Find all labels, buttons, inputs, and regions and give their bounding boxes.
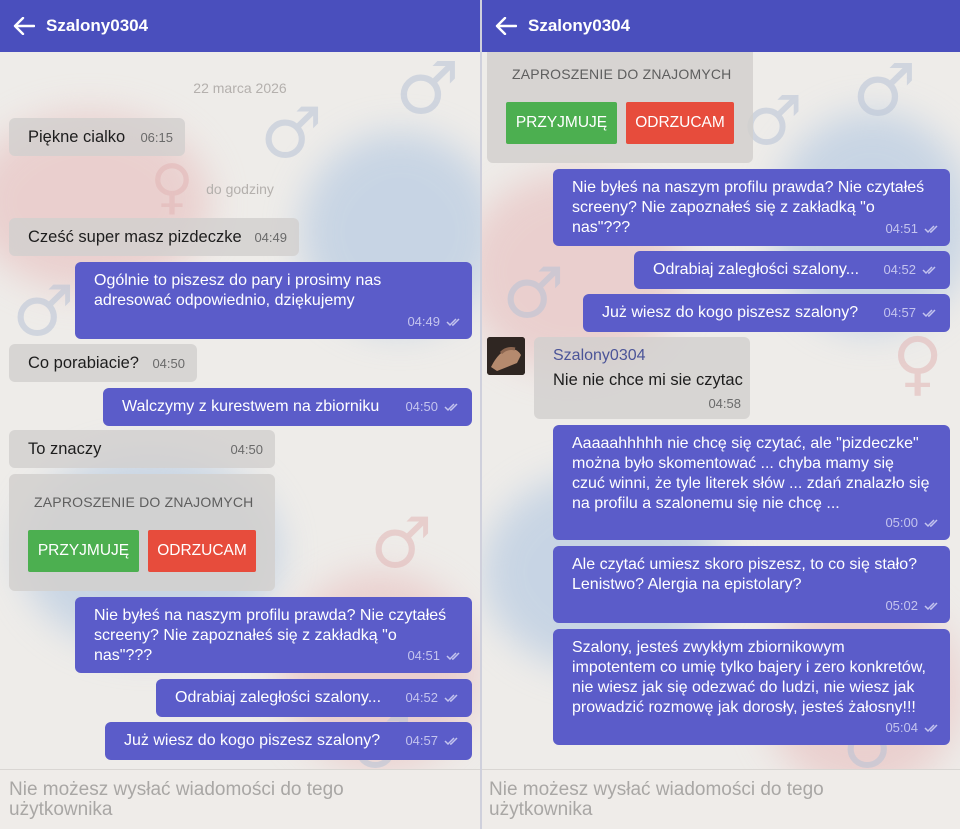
incoming-message[interactable]: Piękne cialko 06:15 [9,118,185,156]
back-button[interactable] [10,12,38,40]
incoming-message[interactable]: Co porabiacie? 04:50 [9,344,197,382]
outgoing-message[interactable]: Szalony, jesteś zwykłym zbiornikowym imp… [553,629,950,745]
incoming-message[interactable]: To znaczy 04:50 [9,430,275,468]
chat-header: Szalony0304 [0,0,480,52]
message-time: 04:52 [405,690,438,705]
double-check-icon [924,519,938,528]
message-text: Ale czytać umiesz skoro piszesz, to co s… [572,556,918,593]
back-button[interactable] [492,12,520,40]
double-check-icon [924,724,938,733]
message-time: 04:57 [405,733,438,748]
message-time: 04:57 [883,305,916,320]
message-time: 05:02 [885,598,918,613]
avatar[interactable] [487,337,525,375]
outgoing-message[interactable]: Odrabiaj zaległości szalony... 04:52 [634,251,950,289]
double-check-icon [444,403,458,412]
outgoing-message[interactable]: Nie byłeś na naszym profilu prawda? Nie … [553,169,950,246]
chat-header: Szalony0304 [482,0,960,52]
double-check-icon [924,225,938,234]
accept-invite-button[interactable]: PRZYJMUJĘ [506,102,617,144]
accept-invite-button[interactable]: PRZYJMUJĘ [28,530,139,572]
incoming-message[interactable]: Cześć super masz pizdeczke 04:49 [9,218,299,256]
message-list: 22 marca 2026 Piękne cialko 06:15 do god… [0,52,480,769]
message-list: ZAPROSZENIE DO ZNAJOMYCH PRZYJMUJĘ ODRZU… [482,52,960,769]
double-check-icon [922,266,936,275]
message-time: 04:58 [708,396,741,411]
friend-invite-card: ZAPROSZENIE DO ZNAJOMYCH PRZYJMUJĘ ODRZU… [487,52,753,163]
double-check-icon [924,602,938,611]
message-text: Ogólnie to piszesz do pary i prosimy nas… [94,272,382,309]
message-text: Już wiesz do kogo piszesz szalony? [602,304,859,321]
outgoing-message[interactable]: Nie byłeś na naszym profilu prawda? Nie … [75,597,472,673]
chat-title: Szalony0304 [528,16,631,35]
message-time: 05:00 [885,515,918,530]
double-check-icon [446,318,460,327]
outgoing-message[interactable]: Aaaaahhhhh nie chcę się czytać, ale "piz… [553,425,950,540]
outgoing-message[interactable]: Ogólnie to piszesz do pary i prosimy nas… [75,262,472,339]
double-check-icon [446,652,460,661]
message-time: 04:50 [152,355,185,371]
message-time: 04:50 [405,399,438,414]
outgoing-message[interactable]: Walczymy z kurestwem na zbiorniku 04:50 [103,388,472,426]
message-text: Już wiesz do kogo piszesz szalony? [124,732,381,749]
message-time: 04:52 [883,262,916,277]
avatar-image [487,337,525,375]
message-time: 04:49 [254,229,287,245]
time-separator: do godziny [206,181,274,197]
message-text: Aaaaahhhhh nie chcę się czytać, ale "piz… [572,435,930,512]
invite-title: ZAPROSZENIE DO ZNAJOMYCH [512,66,732,82]
double-check-icon [444,737,458,746]
send-disabled-notice: Nie możesz wysłać wiadomości do tego uży… [0,769,480,829]
incoming-message[interactable]: Szalony0304 Nie nie chce mi sie czytac 0… [534,337,750,419]
chat-screen-left: ♂ ♂ ♂ ♀ ♂ ♂ Szalony0304 22 marca 2026 Pi… [0,0,480,829]
chat-screen-right: ♂ ♂ ♂ ♀ ♂ Szalony0304 ZAPROSZENIE DO ZNA… [482,0,960,829]
outgoing-message[interactable]: Już wiesz do kogo piszesz szalony? 04:57 [105,722,472,760]
outgoing-message[interactable]: Ale czytać umiesz skoro piszesz, to co s… [553,546,950,623]
message-text: Odrabiaj zaległości szalony... [653,261,860,278]
message-time: 05:04 [885,720,918,735]
chat-title: Szalony0304 [46,16,149,35]
message-text: Walczymy z kurestwem na zbiorniku [122,398,380,415]
invite-title: ZAPROSZENIE DO ZNAJOMYCH [34,494,254,510]
outgoing-message[interactable]: Odrabiaj zaległości szalony... 04:52 [156,679,472,717]
sender-name: Szalony0304 [553,347,646,364]
message-text: Cześć super masz pizdeczke [28,227,242,246]
message-text: Co porabiacie? [28,353,139,372]
message-time: 04:51 [885,221,918,236]
message-text: Odrabiaj zaległości szalony... [175,689,382,706]
reject-invite-button[interactable]: ODRZUCAM [148,530,256,572]
message-time: 04:51 [407,648,440,663]
message-text: Szalony, jesteś zwykłym zbiornikowym imp… [572,639,926,716]
double-check-icon [444,694,458,703]
friend-invite-card: ZAPROSZENIE DO ZNAJOMYCH PRZYJMUJĘ ODRZU… [9,474,275,591]
double-check-icon [922,309,936,318]
arrow-left-icon [495,17,517,35]
date-separator: 22 marca 2026 [193,80,287,96]
reject-invite-button[interactable]: ODRZUCAM [626,102,734,144]
message-text: Piękne cialko [28,127,126,146]
message-text: Nie nie chce mi sie czytac [553,371,743,389]
message-time: 04:49 [407,314,440,329]
notice-text: Nie możesz wysłać wiadomości do tego uży… [489,779,824,820]
message-time: 06:15 [140,129,173,145]
message-time: 04:50 [230,441,263,457]
notice-text: Nie możesz wysłać wiadomości do tego uży… [9,779,344,820]
send-disabled-notice: Nie możesz wysłać wiadomości do tego uży… [482,769,960,829]
arrow-left-icon [13,17,35,35]
message-text: To znaczy [28,439,102,458]
outgoing-message[interactable]: Już wiesz do kogo piszesz szalony? 04:57 [583,294,950,332]
